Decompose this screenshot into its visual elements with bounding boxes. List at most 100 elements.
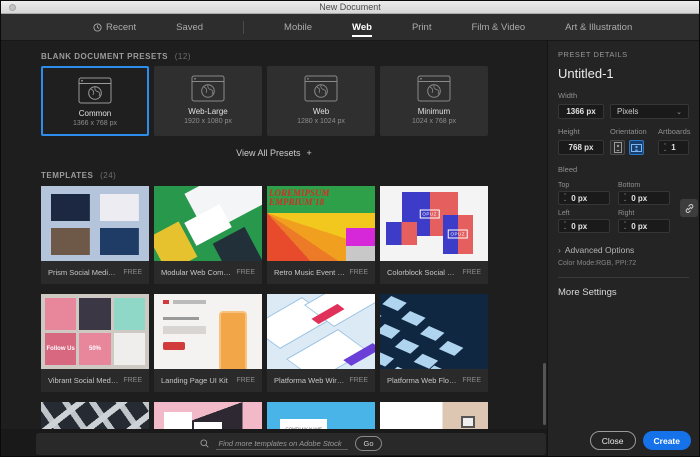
template-price: FREE bbox=[349, 269, 368, 276]
stepper-arrows-icon[interactable]: ⌃⌄ bbox=[563, 222, 567, 230]
divider bbox=[558, 277, 689, 278]
tab-label: Saved bbox=[176, 22, 203, 33]
bleed-link-button[interactable] bbox=[680, 199, 698, 217]
template-card-vibrant[interactable]: Follow Us 50% Vibrant Social Media Brand… bbox=[41, 294, 149, 392]
portrait-icon bbox=[614, 142, 622, 153]
template-thumbnail: LOREMIPSUM EMPRIUM'18 bbox=[267, 186, 375, 261]
close-button[interactable]: Close bbox=[590, 431, 636, 450]
tab-print[interactable]: Print bbox=[412, 14, 432, 40]
create-button[interactable]: Create bbox=[643, 431, 691, 450]
preset-card-minimum[interactable]: Minimum 1024 x 768 px bbox=[380, 66, 488, 136]
preset-name: Minimum bbox=[418, 107, 450, 116]
template-card-landing-page[interactable]: Landing Page UI KitFREE bbox=[154, 294, 262, 392]
template-card-flowcharts[interactable]: Platforma Web Flowcharts KitFREE bbox=[380, 294, 488, 392]
template-art-text: Follow Us bbox=[46, 346, 74, 352]
width-label: Width bbox=[558, 91, 689, 100]
preset-dimensions: 1366 x 768 px bbox=[73, 120, 117, 127]
stock-search-footer: Go bbox=[1, 429, 547, 457]
web-browser-globe-icon bbox=[417, 75, 451, 102]
template-card-retro-music[interactable]: LOREMIPSUM EMPRIUM'18 Retro Music Event … bbox=[267, 186, 375, 284]
tab-label: Recent bbox=[106, 22, 136, 33]
bleed-right-input[interactable]: ⌃⌄ 0 px bbox=[618, 219, 670, 233]
tab-art-illustration[interactable]: Art & Illustration bbox=[565, 14, 632, 40]
tab-saved[interactable]: Saved bbox=[176, 14, 203, 40]
template-card-modular[interactable]: Modular Web Components Set FREE bbox=[154, 186, 262, 284]
bleed-bottom-label: Bottom bbox=[618, 182, 670, 189]
preset-dimensions: 1920 x 1080 px bbox=[184, 118, 232, 125]
artboards-value: 1 bbox=[671, 143, 675, 152]
stepper-arrows-icon[interactable]: ⌃⌄ bbox=[623, 194, 627, 202]
height-input[interactable]: 768 px bbox=[558, 140, 604, 155]
stock-search-bar: Go bbox=[36, 433, 546, 455]
vertical-scrollbar[interactable] bbox=[543, 363, 546, 425]
tab-label: Art & Illustration bbox=[565, 22, 632, 33]
preset-card-web-large[interactable]: Web-Large 1920 x 1080 px bbox=[154, 66, 262, 136]
bleed-left-label: Left bbox=[558, 210, 610, 217]
tab-recent[interactable]: Recent bbox=[93, 14, 136, 40]
template-card-prism[interactable]: Prism Social Media SetFREE bbox=[41, 186, 149, 284]
color-mode-summary: Color Mode:RGB, PPI:72 bbox=[558, 260, 689, 267]
templates-count: (24) bbox=[100, 171, 116, 180]
window-titlebar: New Document bbox=[1, 1, 699, 14]
bleed-top-input[interactable]: ⌃⌄ 0 px bbox=[558, 191, 610, 205]
template-price: FREE bbox=[462, 377, 481, 384]
template-price: FREE bbox=[236, 269, 255, 276]
document-name-field[interactable]: Untitled-1 bbox=[558, 66, 689, 81]
web-browser-globe-icon bbox=[78, 77, 112, 104]
template-thumbnail bbox=[154, 186, 262, 261]
template-card-wireframe[interactable]: Platforma Web Wireframe Kit FREE bbox=[267, 294, 375, 392]
go-button[interactable]: Go bbox=[355, 436, 381, 451]
search-icon bbox=[200, 439, 209, 448]
units-dropdown[interactable]: Pixels ⌄ bbox=[610, 104, 689, 119]
landscape-icon bbox=[631, 144, 642, 152]
preset-dimensions: 1024 x 768 px bbox=[412, 118, 456, 125]
template-price: FREE bbox=[236, 377, 255, 384]
presets-count: (12) bbox=[175, 52, 191, 61]
link-icon bbox=[684, 203, 695, 214]
template-name: Modular Web Components Set bbox=[161, 268, 232, 277]
width-input[interactable]: 1366 px bbox=[558, 104, 604, 119]
template-name: Colorblock Social Media Set bbox=[387, 268, 458, 277]
template-price: FREE bbox=[349, 377, 368, 384]
template-name: Platforma Web Wireframe Kit bbox=[274, 376, 345, 385]
preset-name: Web bbox=[313, 107, 329, 116]
stepper-arrows-icon[interactable]: ⌃⌄ bbox=[563, 194, 567, 202]
stepper-arrows-icon[interactable]: ⌃⌄ bbox=[623, 222, 627, 230]
window-close-icon[interactable] bbox=[9, 4, 16, 11]
tab-film-video[interactable]: Film & Video bbox=[471, 14, 525, 40]
content-panel: BLANK DOCUMENT PRESETS (12) Common 1366 … bbox=[1, 41, 547, 457]
template-price: FREE bbox=[123, 377, 142, 384]
templates-heading: TEMPLATES (24) bbox=[41, 171, 547, 180]
view-all-presets-button[interactable]: View All Presets+ bbox=[1, 148, 547, 158]
preset-card-row: Common 1366 x 768 px Web-Large 1920 x 10… bbox=[41, 66, 547, 136]
template-art-text: OPUZ bbox=[419, 209, 440, 218]
chevron-down-icon: ⌄ bbox=[676, 108, 682, 116]
bleed-right-label: Right bbox=[618, 210, 670, 217]
units-value: Pixels bbox=[617, 107, 638, 116]
preset-card-common[interactable]: Common 1366 x 768 px bbox=[41, 66, 149, 136]
advanced-options-toggle[interactable]: ›Advanced Options bbox=[558, 245, 689, 255]
bleed-left-input[interactable]: ⌃⌄ 0 px bbox=[558, 219, 610, 233]
stock-search-input[interactable] bbox=[216, 438, 348, 450]
preset-name: Common bbox=[79, 109, 111, 118]
tab-divider bbox=[243, 21, 244, 34]
orientation-portrait-button[interactable] bbox=[610, 140, 625, 155]
tab-mobile[interactable]: Mobile bbox=[284, 14, 312, 40]
template-name: Retro Music Event Social Media ... bbox=[274, 268, 345, 277]
template-thumbnail bbox=[41, 186, 149, 261]
template-art-text: LOREMIPSUM EMPRIUM'18 bbox=[267, 186, 375, 213]
template-card-colorblock[interactable]: OPUZ OPUZ Colorblock Social Media SetFRE… bbox=[380, 186, 488, 284]
plus-icon: + bbox=[307, 148, 312, 158]
template-name: Prism Social Media Set bbox=[48, 268, 119, 277]
tab-web[interactable]: Web bbox=[352, 14, 372, 40]
template-thumbnail: OPUZ OPUZ bbox=[380, 186, 488, 261]
chevron-right-icon: › bbox=[558, 245, 561, 255]
stepper-arrows-icon[interactable]: ⌃⌄ bbox=[663, 144, 667, 152]
preset-details-panel: PRESET DETAILS Untitled-1 Width 1366 px … bbox=[547, 41, 699, 457]
preset-card-web[interactable]: Web 1280 x 1024 px bbox=[267, 66, 375, 136]
artboards-stepper[interactable]: ⌃⌄ 1 bbox=[658, 140, 689, 155]
orientation-landscape-button[interactable] bbox=[629, 140, 644, 155]
template-thumbnail bbox=[154, 294, 262, 369]
bleed-bottom-input[interactable]: ⌃⌄ 0 px bbox=[618, 191, 670, 205]
template-row: Follow Us 50% Vibrant Social Media Brand… bbox=[41, 294, 547, 392]
